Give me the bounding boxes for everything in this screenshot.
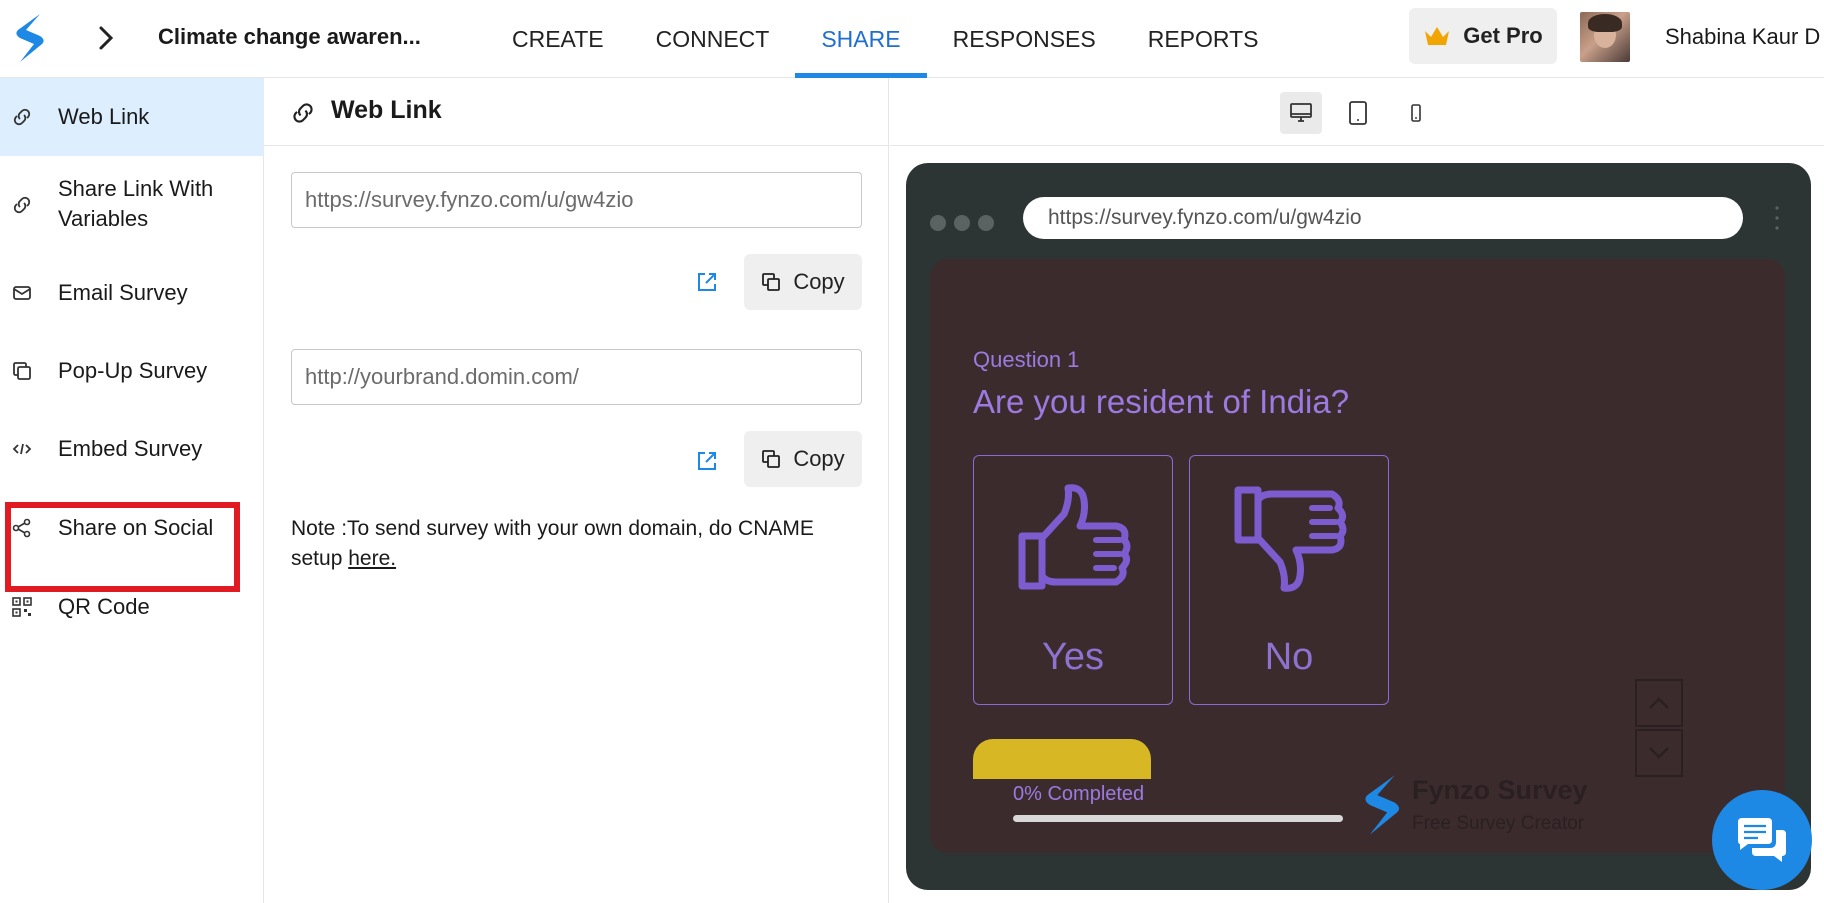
tab-reports[interactable]: REPORTS xyxy=(1122,0,1285,78)
fynzo-logo-icon xyxy=(1365,775,1400,835)
device-switcher xyxy=(890,78,1824,146)
sidebar-item-label: Embed Survey xyxy=(58,436,203,461)
progress-label: 0% Completed xyxy=(1013,783,1145,805)
next-question-button[interactable] xyxy=(1635,729,1683,777)
choice-yes[interactable]: Yes xyxy=(973,455,1173,705)
cname-note: Note :To send survey with your own domai… xyxy=(291,514,851,574)
panel-title: Web Link xyxy=(331,96,442,124)
sidebar-item-web-link[interactable]: Web Link xyxy=(0,78,264,156)
crown-icon xyxy=(1425,27,1450,45)
choice-label: Yes xyxy=(1042,636,1104,678)
previous-question-button[interactable] xyxy=(1635,679,1683,727)
panel-header: Web Link xyxy=(264,78,889,146)
preview-panel: https://survey.fynzo.com/u/gw4zio Questi… xyxy=(890,78,1824,903)
window-dot xyxy=(954,215,970,231)
sidebar-item-label: QR Code xyxy=(58,594,150,619)
mobile-view-button[interactable] xyxy=(1395,92,1437,134)
desktop-icon xyxy=(1290,103,1312,122)
copy-label: Copy xyxy=(793,269,845,294)
custom-domain-field[interactable] xyxy=(291,349,862,405)
desktop-view-button[interactable] xyxy=(1280,92,1322,134)
chat-icon xyxy=(1738,818,1786,862)
live-chat-button[interactable] xyxy=(1712,790,1812,890)
tablet-icon xyxy=(1349,101,1367,125)
avatar[interactable] xyxy=(1580,12,1630,62)
highlight-box xyxy=(5,502,240,592)
qr-code-icon xyxy=(11,596,33,618)
fynzo-branding[interactable]: Fynzo Survey Free Survey Creator xyxy=(1360,767,1600,847)
choice-label: No xyxy=(1264,636,1314,678)
brand-tagline: Free Survey Creator xyxy=(1412,813,1585,834)
browser-preview: https://survey.fynzo.com/u/gw4zio Questi… xyxy=(906,163,1811,890)
open-external-icon[interactable] xyxy=(694,448,720,474)
tab-create[interactable]: CREATE xyxy=(486,0,630,78)
question-text: Are you resident of India? xyxy=(973,383,1350,420)
tab-share[interactable]: SHARE xyxy=(795,0,927,78)
survey-screen: Question 1 Are you resident of India? Ye… xyxy=(930,259,1785,853)
share-sidebar: Web Link Share Link With Variables Email… xyxy=(0,78,264,903)
user-name[interactable]: Shabina Kaur D xyxy=(1665,24,1820,50)
brand-name: Fynzo Survey xyxy=(1412,775,1588,805)
chevron-right-icon[interactable] xyxy=(94,22,118,54)
copy-label: Copy xyxy=(793,446,845,471)
link-icon xyxy=(11,106,33,128)
sidebar-item-label: Share Link With Variables xyxy=(58,176,214,231)
get-pro-label: Get Pro xyxy=(1463,23,1543,48)
window-dot xyxy=(978,215,994,231)
web-link-panel: Web Link Copy Copy Note :To send survey … xyxy=(264,78,889,903)
window-dot xyxy=(930,215,946,231)
copy-icon xyxy=(762,273,781,291)
link-icon xyxy=(11,194,33,216)
survey-url-field[interactable] xyxy=(291,172,862,228)
popup-icon xyxy=(11,360,33,382)
progress-bar xyxy=(1013,815,1343,822)
copy-custom-url-button[interactable]: Copy xyxy=(744,431,862,487)
chevron-up-icon xyxy=(1649,697,1669,709)
open-external-icon[interactable] xyxy=(694,269,720,295)
mobile-icon xyxy=(1411,104,1421,122)
chevron-down-icon xyxy=(1649,747,1669,759)
copy-url-button[interactable]: Copy xyxy=(744,254,862,310)
thumbs-up-icon xyxy=(1018,484,1131,590)
copy-icon xyxy=(762,450,781,468)
sidebar-item-email-survey[interactable]: Email Survey xyxy=(0,254,264,332)
kebab-menu-icon xyxy=(1775,206,1779,230)
survey-title: Climate change awaren... xyxy=(158,24,421,49)
top-bar: Climate change awaren... CREATE CONNECT … xyxy=(0,0,1824,78)
sidebar-item-label: Web Link xyxy=(58,104,150,129)
choice-no[interactable]: No xyxy=(1189,455,1389,705)
sidebar-item-label: Email Survey xyxy=(58,280,188,305)
code-icon xyxy=(11,438,33,460)
question-number: Question 1 xyxy=(973,347,1080,372)
preview-url-bar: https://survey.fynzo.com/u/gw4zio xyxy=(1023,197,1743,239)
get-pro-button[interactable]: Get Pro xyxy=(1409,8,1557,64)
sidebar-item-embed-survey[interactable]: Embed Survey xyxy=(0,410,264,488)
submit-tab[interactable] xyxy=(973,739,1151,779)
sidebar-item-label: Pop-Up Survey xyxy=(58,358,208,383)
sidebar-item-share-link-variables[interactable]: Share Link With Variables xyxy=(0,156,264,254)
tab-responses[interactable]: RESPONSES xyxy=(927,0,1122,78)
tab-connect[interactable]: CONNECT xyxy=(630,0,796,78)
tablet-view-button[interactable] xyxy=(1337,92,1379,134)
app-logo-icon[interactable] xyxy=(12,12,46,64)
link-icon xyxy=(293,103,313,123)
thumbs-down-icon xyxy=(1234,486,1347,592)
main-nav: CREATE CONNECT SHARE RESPONSES REPORTS xyxy=(486,0,1285,78)
sidebar-item-popup-survey[interactable]: Pop-Up Survey xyxy=(0,332,264,410)
cname-setup-link[interactable]: here. xyxy=(348,547,396,570)
mail-icon xyxy=(11,282,33,304)
